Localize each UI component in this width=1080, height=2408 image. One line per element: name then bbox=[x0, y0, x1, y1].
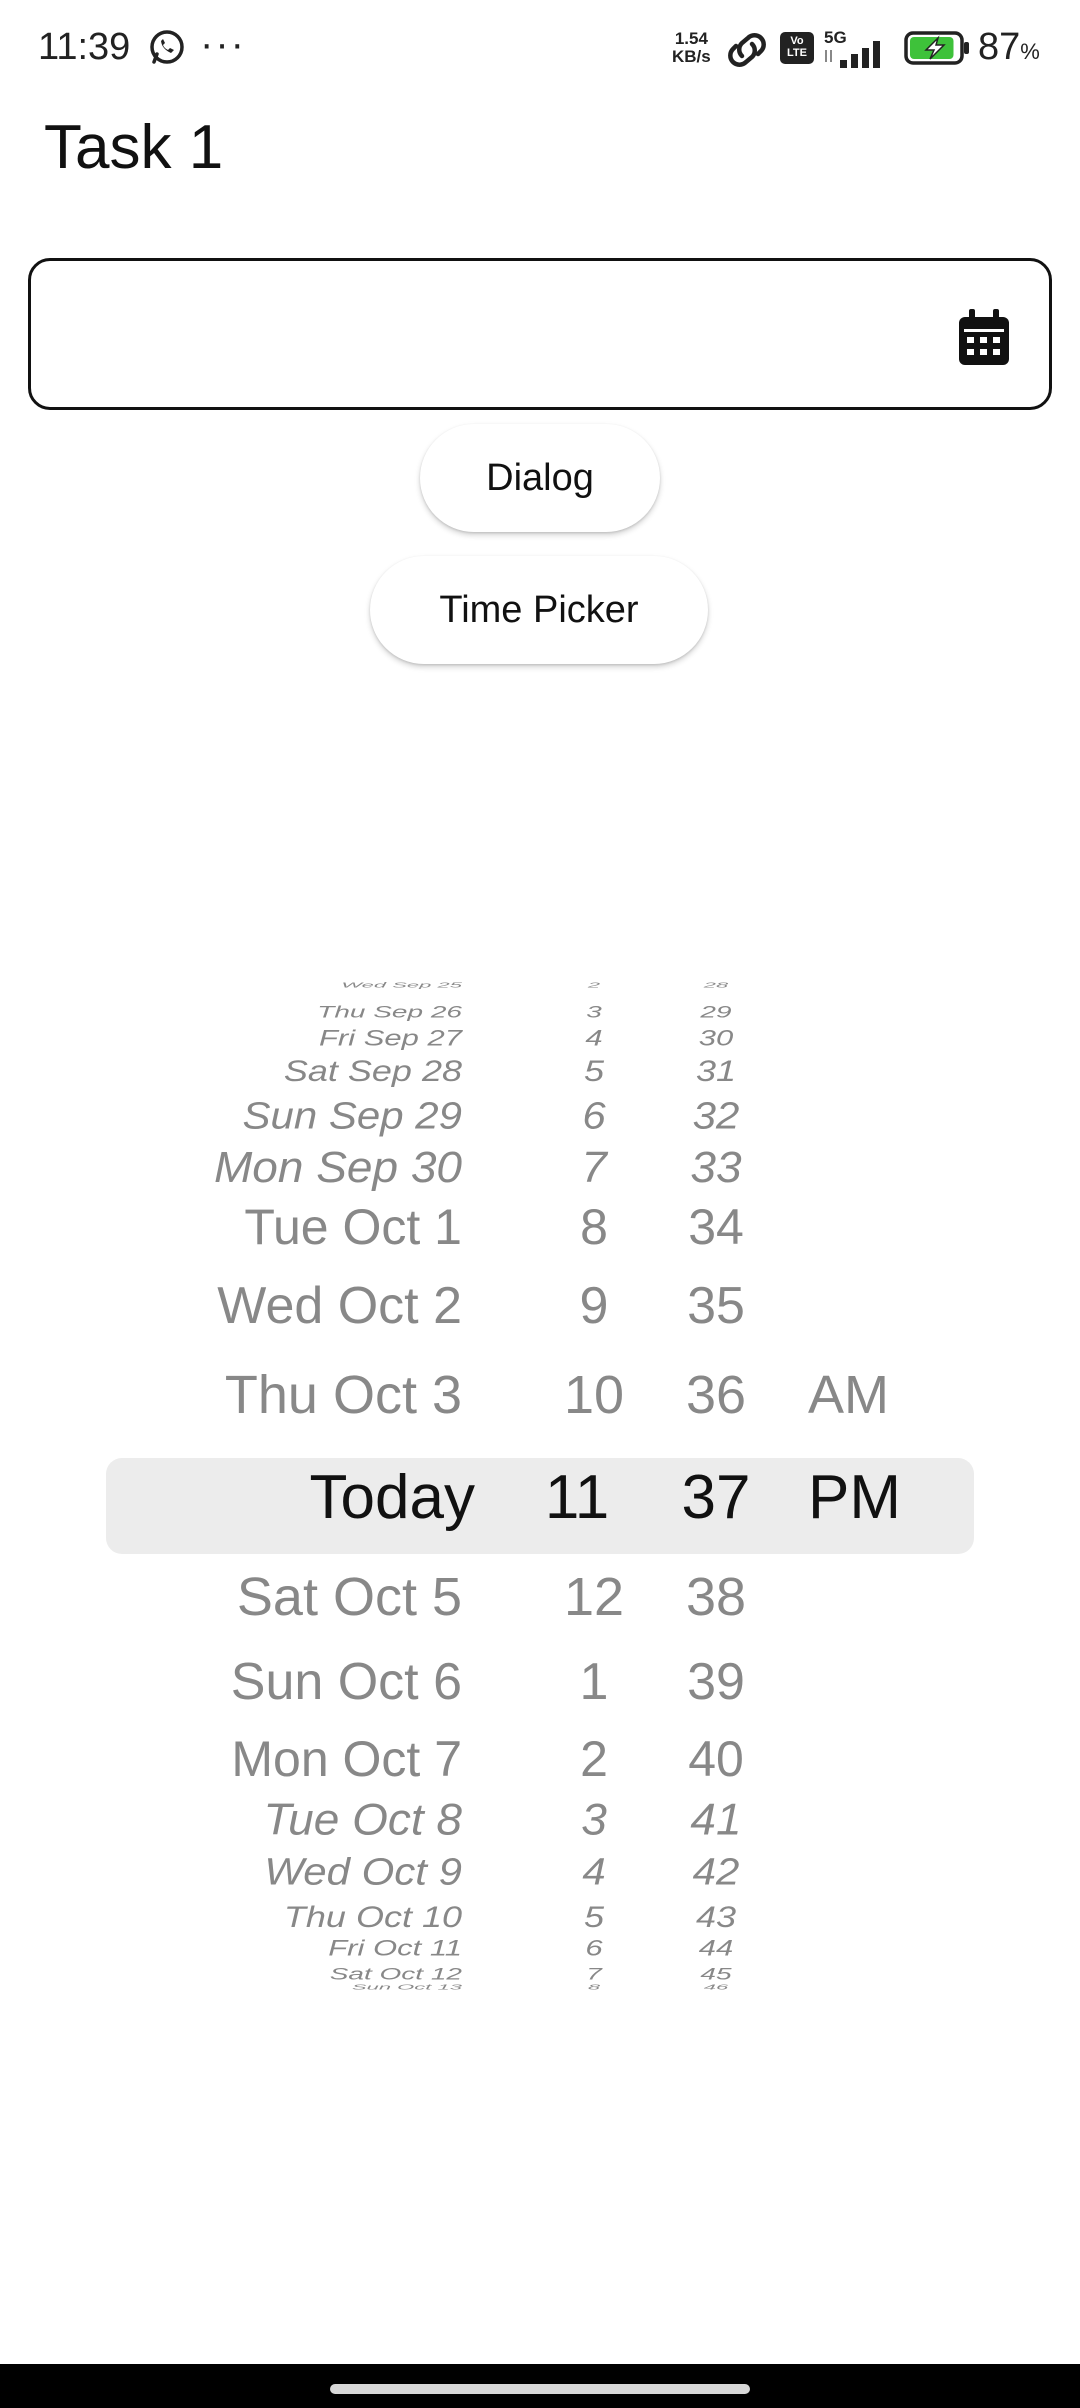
picker-date: Wed Sep 25 bbox=[341, 980, 462, 990]
picker-date: Sat Sep 28 bbox=[283, 1053, 462, 1088]
picker-minute: 35 bbox=[687, 1277, 745, 1335]
picker-row[interactable]: Fri Oct 11 6 44 bbox=[0, 1935, 1080, 1962]
picker-minute: 31 bbox=[695, 1053, 737, 1088]
network-speed: 1.54 KB/s bbox=[672, 30, 711, 66]
picker-hour: 5 bbox=[583, 1053, 605, 1088]
picker-row[interactable]: Sat Sep 28 5 31 bbox=[0, 1054, 1080, 1089]
picker-hour: 6 bbox=[585, 1935, 603, 1961]
picker-hour: 4 bbox=[585, 1025, 603, 1051]
picker-row[interactable]: Tue Oct 8 3 41 bbox=[0, 1793, 1080, 1846]
picker-date: Thu Oct 10 bbox=[283, 1899, 462, 1934]
picker-date: Sat Oct 5 bbox=[236, 1567, 462, 1627]
home-gesture-handle[interactable] bbox=[330, 2384, 750, 2394]
picker-hour: 10 bbox=[563, 1365, 625, 1425]
picker-minute: 30 bbox=[698, 1025, 734, 1051]
picker-row[interactable]: Wed Oct 9 4 42 bbox=[0, 1851, 1080, 1896]
battery-percent: 87% bbox=[978, 26, 1040, 69]
picker-minute: 33 bbox=[690, 1142, 742, 1192]
picker-hour: 7 bbox=[581, 1142, 607, 1192]
picker-hour: 8 bbox=[580, 1199, 608, 1255]
battery-percent-value: 87 bbox=[978, 26, 1021, 68]
picker-minute: 36 bbox=[685, 1365, 747, 1425]
picker-hour: 2 bbox=[580, 1731, 608, 1787]
picker-hour: 8 bbox=[587, 1982, 601, 1992]
picker-minute: 29 bbox=[700, 1002, 732, 1022]
picker-date: Mon Sep 30 bbox=[213, 1142, 462, 1192]
network-speed-value: 1.54 bbox=[674, 29, 708, 48]
picker-row[interactable]: Mon Sep 30 7 33 bbox=[0, 1141, 1080, 1193]
picker-hour: 5 bbox=[583, 1899, 605, 1934]
picker-minute: 44 bbox=[698, 1935, 734, 1961]
picker-date: Fri Sep 27 bbox=[318, 1025, 462, 1051]
picker-row[interactable]: Sun Oct 6 1 39 bbox=[0, 1652, 1080, 1714]
picker-row[interactable]: Thu Oct 10 5 43 bbox=[0, 1900, 1080, 1935]
picker-minute: 38 bbox=[685, 1567, 747, 1627]
status-bar: 11:39 ··· 1.54 KB/s Vo LTE 5G 87% bbox=[0, 0, 1080, 98]
picker-row[interactable]: Sun Sep 29 6 32 bbox=[0, 1095, 1080, 1140]
battery-charging-icon bbox=[904, 31, 969, 65]
picker-hour: 3 bbox=[581, 1794, 607, 1844]
volte-badge: Vo LTE bbox=[780, 32, 814, 64]
date-time-picker[interactable]: Wed Sep 25 2 28 Thu Sep 26 3 29 Fri Sep 27 4 30 S… bbox=[0, 980, 1080, 2030]
picker-minute: 32 bbox=[692, 1094, 740, 1137]
picker-minute: 42 bbox=[692, 1850, 740, 1893]
dialog-button[interactable]: Dialog bbox=[420, 424, 660, 532]
picker-date: Wed Oct 9 bbox=[264, 1850, 462, 1893]
picker-hour: 7 bbox=[586, 1964, 602, 1984]
more-notifications-icon: ··· bbox=[200, 22, 246, 66]
picker-date: Sun Sep 29 bbox=[242, 1094, 462, 1137]
picker-date: Thu Oct 3 bbox=[224, 1365, 462, 1425]
picker-ampm: PM bbox=[808, 1463, 901, 1532]
picker-date: Sun Oct 13 bbox=[351, 1982, 462, 1992]
picker-minute: 46 bbox=[703, 1982, 729, 1992]
time-picker-button[interactable]: Time Picker bbox=[370, 556, 708, 664]
picker-date: Fri Oct 11 bbox=[328, 1935, 462, 1961]
picker-row[interactable]: Fri Sep 27 4 30 bbox=[0, 1025, 1080, 1052]
picker-row[interactable]: Wed Sep 25 2 28 bbox=[0, 981, 1080, 990]
date-input-field[interactable] bbox=[28, 258, 1052, 410]
signal-strength-icon bbox=[825, 41, 880, 68]
picker-hour: 4 bbox=[582, 1850, 606, 1893]
page-title: Task 1 bbox=[44, 113, 224, 182]
picker-date: Sat Oct 12 bbox=[329, 1964, 462, 1984]
status-time: 11:39 bbox=[38, 26, 131, 68]
battery-percent-sign: % bbox=[1020, 39, 1040, 64]
picker-minute: 45 bbox=[700, 1964, 732, 1984]
network-speed-unit: KB/s bbox=[672, 47, 711, 66]
picker-date: Tue Oct 1 bbox=[244, 1199, 462, 1255]
link-icon bbox=[728, 33, 766, 67]
picker-minute: 28 bbox=[703, 980, 729, 990]
picker-ampm: AM bbox=[808, 1365, 889, 1425]
picker-row-selected[interactable]: Today 11 37 PM bbox=[0, 1462, 1080, 1536]
picker-hour: 11 bbox=[544, 1463, 610, 1532]
picker-date: Tue Oct 8 bbox=[263, 1794, 462, 1844]
picker-minute: 43 bbox=[695, 1899, 737, 1934]
picker-minute: 37 bbox=[681, 1463, 751, 1532]
picker-minute: 34 bbox=[688, 1199, 744, 1255]
picker-minute: 40 bbox=[688, 1731, 744, 1787]
picker-hour: 12 bbox=[563, 1567, 625, 1627]
picker-minute: 39 bbox=[687, 1653, 745, 1711]
picker-row[interactable]: Tue Oct 1 8 34 bbox=[0, 1198, 1080, 1258]
calendar-icon[interactable] bbox=[957, 309, 1011, 367]
picker-date: Wed Oct 2 bbox=[217, 1277, 462, 1335]
picker-hour: 1 bbox=[579, 1653, 609, 1711]
picker-hour: 6 bbox=[582, 1094, 606, 1137]
picker-row[interactable]: Thu Sep 26 3 29 bbox=[0, 1003, 1080, 1023]
picker-row[interactable]: Thu Oct 3 10 36 AM bbox=[0, 1364, 1080, 1429]
whatsapp-icon bbox=[150, 30, 184, 64]
picker-minute: 41 bbox=[690, 1794, 742, 1844]
picker-row[interactable]: Sat Oct 5 12 38 bbox=[0, 1566, 1080, 1631]
picker-hour: 9 bbox=[579, 1277, 609, 1335]
picker-hour: 2 bbox=[587, 980, 601, 990]
picker-row[interactable]: Mon Oct 7 2 40 bbox=[0, 1730, 1080, 1790]
picker-date: Sun Oct 6 bbox=[230, 1653, 462, 1711]
picker-date: Thu Sep 26 bbox=[317, 1002, 462, 1022]
picker-row[interactable]: Wed Oct 2 9 35 bbox=[0, 1276, 1080, 1338]
picker-date: Today bbox=[309, 1463, 475, 1532]
navigation-bar bbox=[0, 2364, 1080, 2408]
picker-hour: 3 bbox=[586, 1002, 602, 1022]
picker-row[interactable]: Sun Oct 13 8 46 bbox=[0, 1983, 1080, 1992]
picker-date: Mon Oct 7 bbox=[231, 1731, 462, 1787]
